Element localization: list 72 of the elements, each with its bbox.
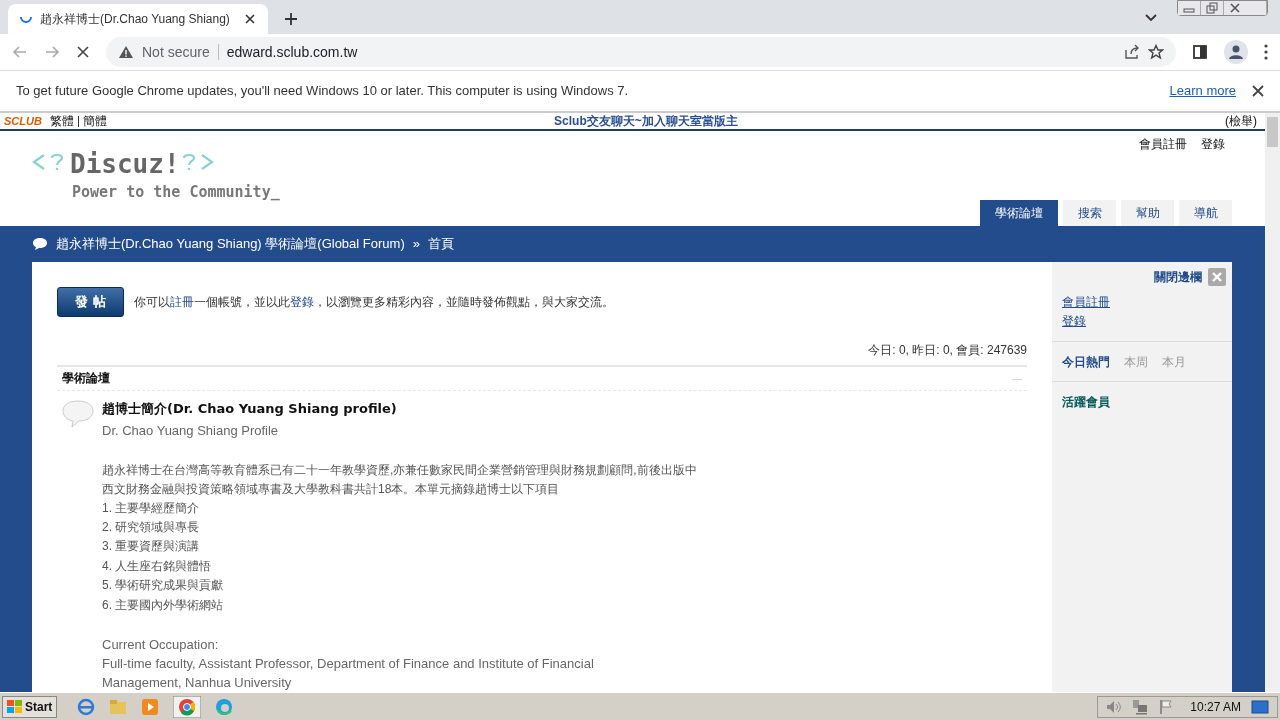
start-button[interactable]: Start bbox=[2, 695, 58, 718]
post-button[interactable]: 發 帖 bbox=[57, 287, 124, 317]
url-text: edward.sclub.com.tw bbox=[226, 42, 359, 62]
browser-tab[interactable]: 趙永祥博士(Dr.Chao Yuang Shiang) bbox=[8, 4, 268, 34]
nav-tab[interactable]: 導航 bbox=[1179, 200, 1232, 226]
share-icon[interactable] bbox=[1124, 44, 1140, 60]
notice-text: 你可以註冊一個帳號，並以此登錄，以瀏覽更多精彩內容，並隨時發佈觀點，與大家交流。 bbox=[134, 294, 614, 311]
breadcrumb-link[interactable]: 趙永祥博士(Dr.Chao Yuang Shiang) 學術論壇(Global Forum) bbox=[56, 234, 405, 254]
sidebar-heading: 活躍會員 bbox=[1062, 395, 1110, 409]
logo-tagline: Power to the Community_ bbox=[71, 182, 280, 203]
forum-description: 趙永祥博士在台灣高等教育體系已有二十一年教學資歷,亦兼任數家民間企業營銷管理與財務規劃顧問,前後出版中西文財務金融與投資策略領域專書及大學教科書共計18本。本單元摘錄趙博士以下項目 bbox=[102, 461, 698, 498]
more-icon[interactable] bbox=[1264, 44, 1268, 60]
logo[interactable]: Discuz! Power to the Community_ bbox=[0, 131, 280, 226]
desktop-icon[interactable] bbox=[1251, 698, 1269, 715]
language-link[interactable]: 簡體 bbox=[82, 113, 107, 130]
address-bar[interactable]: Not secure edward.sclub.com.tw bbox=[106, 37, 1176, 67]
breadcrumb-current: 首頁 bbox=[427, 235, 454, 254]
sidebar-tab[interactable]: 今日熱門 bbox=[1062, 352, 1110, 371]
header-link[interactable]: 登錄 bbox=[1201, 135, 1225, 153]
flag-icon[interactable] bbox=[1158, 698, 1175, 715]
new-tab-icon[interactable] bbox=[284, 12, 298, 26]
list-item: 6. 主要國內外學術網站 bbox=[102, 596, 225, 614]
clock-text: 10:27 AM bbox=[1190, 698, 1241, 716]
profile-icon[interactable] bbox=[1224, 40, 1248, 64]
security-label: Not secure bbox=[142, 42, 210, 62]
stats-text: 今日: 0, 昨日: 0, 會員: 247639 bbox=[868, 342, 1027, 359]
breadcrumb-separator: » bbox=[412, 235, 420, 254]
language-link[interactable]: 繁體 bbox=[49, 113, 74, 130]
warning-icon bbox=[118, 45, 134, 59]
speech-bubble-icon bbox=[32, 237, 48, 251]
chevron-down-icon[interactable] bbox=[1145, 14, 1157, 22]
header-link[interactable]: 會員註冊 bbox=[1139, 135, 1187, 153]
list-item: 4. 人生座右銘與體悟 bbox=[102, 557, 213, 575]
speaker-icon[interactable] bbox=[1106, 699, 1123, 714]
speech-bubble-icon bbox=[62, 398, 94, 429]
report-link[interactable]: (檢舉) bbox=[1225, 113, 1257, 130]
list-item: 1. 主要學經歷簡介 bbox=[102, 499, 201, 517]
forum-title[interactable]: 趙博士簡介(Dr. Chao Yuang Shiang profile) bbox=[102, 398, 700, 419]
sidebar-link[interactable]: 會員註冊 bbox=[1062, 293, 1110, 312]
section-title: 學術論壇 bbox=[62, 370, 110, 388]
logo-text: Discuz! bbox=[70, 151, 180, 177]
promo-link[interactable]: Sclub交友聊天~加入聊天室當版主 bbox=[554, 113, 778, 130]
chrome-icon[interactable] bbox=[173, 695, 202, 718]
star-icon[interactable] bbox=[1148, 44, 1164, 60]
windows-logo-icon bbox=[7, 699, 23, 714]
infobar-message: To get future Google Chrome updates, you'll need Windows 10 or later. This computer is using Windows 7. bbox=[16, 82, 630, 101]
close-icon[interactable] bbox=[1252, 85, 1264, 97]
list-item: 3. 重要資歷與演講 bbox=[102, 538, 201, 556]
media-player-icon[interactable] bbox=[141, 697, 160, 716]
nav-tab[interactable]: 學術論壇 bbox=[980, 200, 1058, 226]
forward-icon[interactable] bbox=[44, 44, 60, 60]
side-panel-icon[interactable] bbox=[1192, 44, 1208, 60]
list-item: 2. 研究領域與專長 bbox=[102, 518, 201, 536]
notice-link[interactable]: 註冊 bbox=[170, 295, 194, 309]
brand-logo[interactable]: SCLUB bbox=[4, 113, 42, 130]
list-item: 5. 學術研究成果與貢獻 bbox=[102, 577, 225, 595]
occupation-label: Current Occupation: bbox=[102, 636, 220, 654]
forum-subtitle: Dr. Chao Yuang Shiang Profile bbox=[102, 422, 280, 441]
scrollbar-thumb[interactable] bbox=[1267, 117, 1278, 147]
learn-more-link[interactable]: Learn more bbox=[1169, 81, 1236, 101]
nav-tab[interactable]: 幫助 bbox=[1121, 200, 1174, 226]
sidebar-link[interactable]: 登錄 bbox=[1062, 312, 1086, 331]
notice-link[interactable]: 登錄 bbox=[290, 295, 314, 309]
occupation-text: Full-time faculty, Assistant Professor, Department of Finance and Institute of Financial Management, Nanhua University bbox=[102, 655, 595, 692]
back-icon[interactable] bbox=[12, 44, 28, 60]
stop-icon[interactable] bbox=[76, 45, 90, 59]
loading-icon bbox=[20, 15, 32, 23]
tab-title: 趙永祥博士(Dr.Chao Yuang Shiang) bbox=[40, 11, 231, 28]
close-icon[interactable] bbox=[244, 13, 256, 25]
nav-tab[interactable]: 搜索 bbox=[1063, 200, 1116, 226]
close-sidebar-link[interactable]: 關閉邊欄 bbox=[1154, 268, 1202, 286]
network-icon[interactable] bbox=[1132, 698, 1149, 715]
